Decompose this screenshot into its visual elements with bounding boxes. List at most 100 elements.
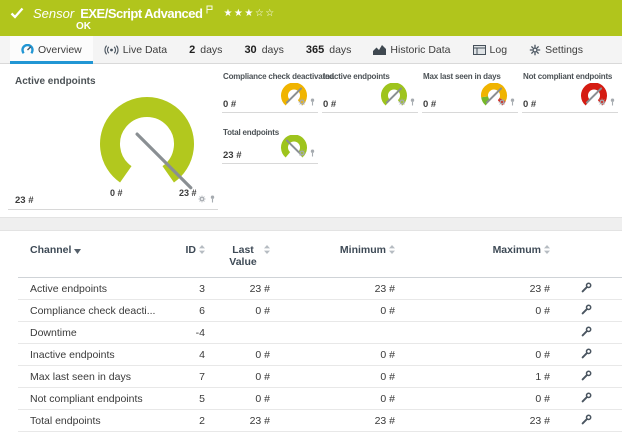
sensor-header: Sensor EXE/Script Advanced ★★★☆☆ OK [0,0,622,36]
mini-gear-icon[interactable] [298,93,306,111]
channel-settings-wrench-icon[interactable] [581,304,592,315]
channel-settings-wrench-icon[interactable] [581,282,592,293]
mini-pin-icon[interactable] [209,190,216,208]
mini-pin-icon[interactable] [309,93,316,111]
tab-365-days[interactable]: 365 days [295,36,363,63]
channel-minimum: 23 # [270,278,395,300]
mini-gear-icon[interactable] [398,93,406,111]
channel-table: Channel ID Last Value Minimum Maximum Ac… [18,231,622,432]
object-type-label: Sensor [33,6,74,21]
flag-icon [206,5,213,14]
gauge-value: 0 # [223,99,236,110]
gauge-value: 23 # [223,150,242,161]
tab-bar: Overview Live Data 2 days 30days 365 days Histo… [0,36,622,64]
gauge-value: 0 # [523,99,536,110]
channel-minimum: 0 # [270,300,395,322]
channel-maximum: 0 # [395,344,550,366]
channel-maximum [395,322,550,344]
mini-pin-icon[interactable] [609,93,616,111]
gauge-tile-max-last-seen-in-days[interactable]: Max last seen in days0 # [422,72,518,113]
tab-live-data[interactable]: Live Data [93,36,178,63]
channel-minimum [270,322,395,344]
channel-row-not-compliant-endpoints: Not compliant endpoints50 #0 #0 # [18,388,622,410]
mini-gear-icon[interactable] [498,93,506,111]
channel-last-value: 23 # [205,410,270,432]
channel-minimum: 0 # [270,344,395,366]
tab-label: days [200,44,222,56]
gauge-tile-inactive-endpoints[interactable]: Inactive endpoints0 # [322,72,418,113]
channel-row-total-endpoints: Total endpoints223 #23 #23 # [18,410,622,432]
gauges-panel: Active endpoints0 #23 #23 #Compliance ch… [0,64,622,217]
column-header-tools [550,231,622,278]
table-header-row: Channel ID Last Value Minimum Maximum [18,231,622,278]
priority-stars[interactable]: ★★★☆☆ [223,8,275,19]
gauge-title: Total endpoints [223,128,279,137]
channel-id: 3 [160,278,205,300]
column-header-id[interactable]: ID [160,231,205,278]
tab-historic-data[interactable]: Historic Data [362,36,461,63]
tab-overview[interactable]: Overview [10,36,93,63]
tab-settings[interactable]: Settings [518,36,594,63]
channel-settings-wrench-icon[interactable] [581,348,592,359]
tab-30-days[interactable]: 30days [233,36,294,63]
mini-pin-icon[interactable] [509,93,516,111]
channel-row-active-endpoints: Active endpoints323 #23 #23 # [18,278,622,300]
column-header-channel[interactable]: Channel [18,231,160,278]
gauge-tile-total-endpoints[interactable]: Total endpoints 23 # [222,128,318,164]
channel-id: 4 [160,344,205,366]
channel-id: 7 [160,366,205,388]
mini-gear-icon[interactable] [198,190,206,208]
channel-settings-wrench-icon[interactable] [581,370,592,381]
tab-number: 365 [306,44,324,56]
historic-chart-icon [373,45,386,55]
channel-id: 6 [160,300,205,322]
channel-minimum: 23 # [270,410,395,432]
channel-settings-wrench-icon[interactable] [581,414,592,425]
channel-settings-wrench-icon[interactable] [581,326,592,337]
channel-settings-wrench-icon[interactable] [581,392,592,403]
mini-pin-icon[interactable] [409,93,416,111]
channel-maximum: 23 # [395,278,550,300]
mini-pin-icon[interactable] [309,144,316,162]
gauge-tile-active-endpoints[interactable]: Active endpoints0 #23 #23 # [8,72,218,210]
tab-log[interactable]: Log [462,36,519,63]
status-ok-check-icon [10,7,24,19]
mini-gear-icon[interactable] [598,93,606,111]
gauge-dial [92,96,202,196]
channel-name: Compliance check deacti... [18,300,160,322]
channel-name: Inactive endpoints [18,344,160,366]
gauge-tile-not-compliant-endpoints[interactable]: Not compliant endpoints0 # [522,72,618,113]
gauge-title: Compliance check deactivated [223,72,334,81]
channel-last-value: 23 # [205,278,270,300]
column-header-maximum[interactable]: Maximum [395,231,550,278]
channel-name: Downtime [18,322,160,344]
channel-id: -4 [160,322,205,344]
tab-2-days[interactable]: 2 days [178,36,233,63]
column-header-minimum[interactable]: Minimum [270,231,395,278]
section-divider [0,217,622,231]
gauge-tile-compliance-check-deactivated[interactable]: Compliance check deactivated0 # [222,72,318,113]
channel-row-compliance-check-deacti-: Compliance check deacti...60 #0 #0 # [18,300,622,322]
tab-label: days [329,44,351,56]
gauge-title: Active endpoints [15,76,96,87]
gauge-value: 0 # [323,99,336,110]
channel-maximum: 23 # [395,410,550,432]
channel-last-value: 0 # [205,344,270,366]
channel-row-downtime: Downtime-4 [18,322,622,344]
tab-label: Live Data [123,44,167,56]
channel-row-inactive-endpoints: Inactive endpoints40 #0 #0 # [18,344,622,366]
mini-gear-icon[interactable] [298,144,306,162]
channel-last-value: 0 # [205,366,270,388]
gauge-scale-max: 23 # [179,188,197,198]
channel-row-max-last-seen-in-days: Max last seen in days70 #0 #1 # [18,366,622,388]
column-header-last-value[interactable]: Last Value [205,231,270,278]
gauge-title: Max last seen in days [423,72,501,81]
channel-maximum: 0 # [395,300,550,322]
channel-maximum: 1 # [395,366,550,388]
tab-label: Overview [38,44,82,56]
tab-number: 2 [189,44,195,56]
tab-number: 30 [244,44,256,56]
channel-last-value [205,322,270,344]
log-icon [473,45,486,55]
channel-minimum: 0 # [270,366,395,388]
